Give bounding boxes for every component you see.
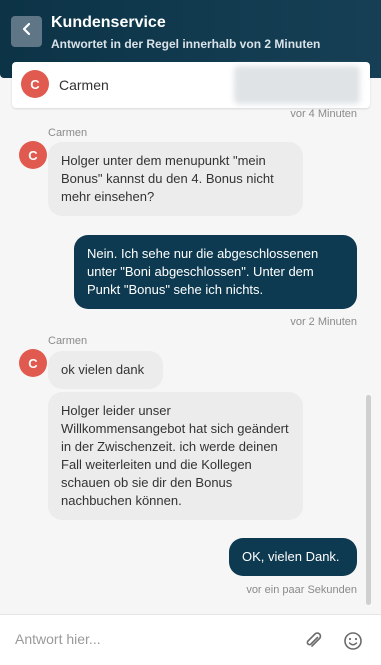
- back-button[interactable]: [11, 16, 42, 47]
- message-sender: Carmen: [48, 127, 88, 139]
- blurred-agent-info: [234, 66, 360, 104]
- outgoing-message: OK, vielen Dank.: [229, 538, 357, 576]
- composer: Antwort hier...: [0, 614, 381, 665]
- chevron-left-icon: [20, 22, 34, 41]
- header-subtitle: Antwortet in der Regel innerhalb von 2 M…: [51, 37, 321, 51]
- paperclip-icon[interactable]: [304, 631, 324, 651]
- header-title: Kundenservice: [51, 14, 166, 31]
- agent-avatar: C: [19, 349, 47, 377]
- agent-name: Carmen: [59, 77, 109, 93]
- incoming-message: Holger unter dem menupunkt "mein Bonus" …: [48, 142, 303, 216]
- message-timestamp: vor ein paar Sekunden: [246, 584, 357, 596]
- agent-avatar: C: [21, 70, 49, 98]
- outgoing-message: Nein. Ich sehe nur die abgeschlossenen u…: [74, 235, 357, 309]
- message-list[interactable]: vor 4 Minuten Carmen C Holger unter dem …: [0, 108, 381, 608]
- agent-card: C Carmen: [12, 62, 370, 108]
- agent-avatar: C: [19, 141, 47, 169]
- reply-input[interactable]: Antwort hier...: [15, 631, 101, 647]
- incoming-message: ok vielen dank: [48, 351, 163, 389]
- message-sender: Carmen: [48, 335, 88, 347]
- smiley-icon[interactable]: [343, 631, 363, 651]
- incoming-message: Holger leider unser Willkommensangebot h…: [48, 392, 303, 520]
- message-timestamp: vor 4 Minuten: [290, 108, 357, 120]
- message-timestamp: vor 2 Minuten: [290, 316, 357, 328]
- scrollbar[interactable]: [366, 395, 371, 605]
